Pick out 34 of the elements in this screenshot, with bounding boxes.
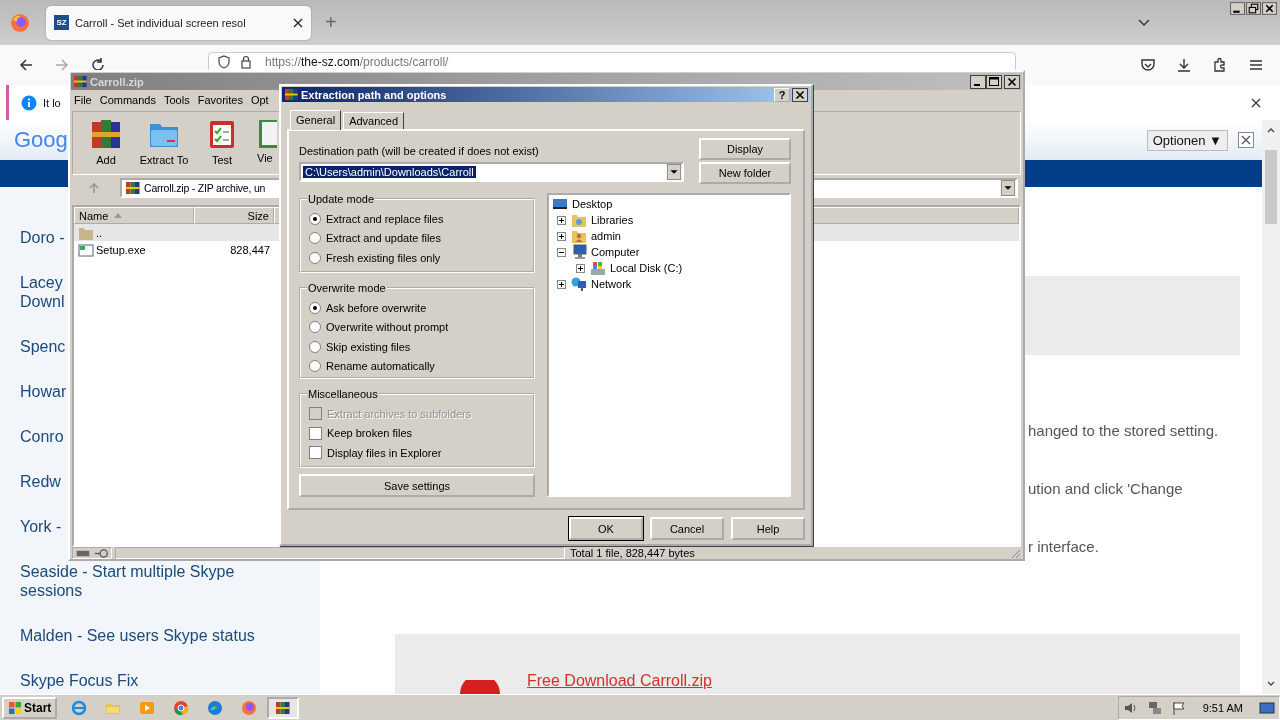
tree-label: Computer <box>591 246 640 258</box>
dialog-title: Extraction path and options <box>301 88 447 101</box>
option-label: Extract archives to subfolders <box>327 407 472 420</box>
status-text: Total 1 file, 828,447 bytes <box>569 547 696 559</box>
group-title: Overwrite mode <box>307 282 387 294</box>
notification-text: It lo <box>43 96 61 109</box>
option-label: Extract and update files <box>326 232 441 245</box>
file-size: 828,447 <box>229 243 271 256</box>
tree-label: admin <box>591 230 621 242</box>
option-label: Overwrite without prompt <box>326 321 449 334</box>
option-label: Fresh existing files only <box>326 251 441 264</box>
option-label: Skip existing files <box>326 340 411 353</box>
group-title: Update mode <box>307 193 376 205</box>
option-label: Display files in Explorer <box>327 446 442 459</box>
paragraph-text: ution and click 'Change <box>1028 480 1184 498</box>
tree-label: Local Disk (C:) <box>610 262 683 274</box>
option-label: Rename automatically <box>326 360 435 373</box>
option-label: Extract and replace files <box>326 212 444 225</box>
option-label: Ask before overwrite <box>326 301 427 314</box>
paragraph-text: r interface. <box>1028 538 1100 556</box>
option-label: Keep broken files <box>327 427 412 440</box>
field-label: Destination path (will be created if does not exist) <box>299 145 540 157</box>
tab-title: Carroll - Set individual screen resol <box>75 16 246 29</box>
favicon-icon: SZ <box>54 15 69 30</box>
translate-logo: Goog <box>14 127 68 153</box>
url-text: https://the-sz.com/products/carroll/ <box>265 55 449 69</box>
window-title: Carroll.zip <box>90 75 144 88</box>
tree-label: Libraries <box>591 214 634 226</box>
group-title: Miscellaneous <box>307 388 379 400</box>
file-name: .. <box>96 226 103 239</box>
tree-label: Network <box>591 278 632 290</box>
file-name: Setup.exe <box>96 243 146 256</box>
paragraph-text: hanged to the stored setting. <box>1028 422 1220 440</box>
tree-label: Desktop <box>572 198 613 210</box>
